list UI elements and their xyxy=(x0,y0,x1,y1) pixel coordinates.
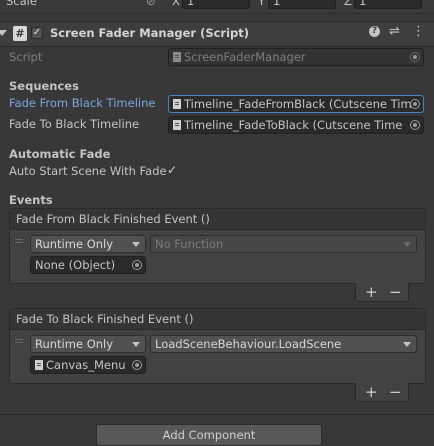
kebab-menu-icon[interactable]: ⋮ xyxy=(412,24,425,39)
script-label: Script xyxy=(9,50,43,64)
chevron-down-icon xyxy=(403,242,411,247)
foldout-arrow-icon[interactable] xyxy=(0,30,7,36)
runtime-value: Runtime Only xyxy=(35,237,114,251)
auto-start-label: Auto Start Scene With Fade xyxy=(9,164,167,178)
target-value: None (Object) xyxy=(35,258,116,272)
fade-to-timeline-field[interactable]: Timeline_FadeToBlack (Cutscene Time xyxy=(168,116,424,134)
automatic-fade-heading: Automatic Fade xyxy=(9,147,111,161)
function-dropdown: No Function xyxy=(150,235,417,253)
gameobject-icon xyxy=(35,360,43,370)
event-title: Fade To Black Finished Event () xyxy=(10,309,425,330)
events-heading: Events xyxy=(9,193,53,207)
presets-icon[interactable]: ⇌ xyxy=(389,24,400,39)
target-value: Canvas_Menu xyxy=(46,358,126,372)
function-dropdown[interactable]: LoadSceneBehaviour.LoadScene xyxy=(150,335,417,353)
add-listener-button[interactable]: + xyxy=(365,283,378,301)
component-header[interactable]: # ✓ Screen Fader Manager (Script) ? ⇌ ⋮ xyxy=(0,21,434,47)
component-title: Screen Fader Manager (Script) xyxy=(50,26,250,40)
chevron-down-icon xyxy=(132,342,140,347)
transform-scale-row: Scale ⊘ X 1 Y 1 Z 1 xyxy=(0,0,434,12)
divider xyxy=(0,414,434,415)
script-value: ScreenFaderManager xyxy=(184,50,306,64)
scale-label: Scale xyxy=(6,0,37,8)
drag-handle-icon[interactable] xyxy=(15,339,23,345)
function-value: No Function xyxy=(155,237,224,251)
object-picker-icon[interactable] xyxy=(410,120,420,130)
object-picker-icon[interactable] xyxy=(132,360,142,370)
target-object-field[interactable]: Canvas_Menu xyxy=(30,356,146,374)
add-listener-button[interactable]: + xyxy=(365,383,378,401)
enabled-checkbox[interactable]: ✓ xyxy=(31,27,43,39)
timeline-asset-icon xyxy=(173,120,181,130)
target-object-field[interactable]: None (Object) xyxy=(30,256,146,274)
fade-to-label: Fade To Black Timeline xyxy=(9,117,140,131)
chevron-down-icon xyxy=(132,242,140,247)
remove-listener-button[interactable]: − xyxy=(389,383,402,401)
drag-handle-icon[interactable] xyxy=(15,239,23,245)
object-picker-icon[interactable] xyxy=(410,99,420,109)
divider xyxy=(0,13,434,14)
fade-from-timeline-field[interactable]: Timeline_FadeFromBlack (Cutscene Tim xyxy=(168,95,424,113)
object-picker-icon xyxy=(410,52,420,62)
link-icon[interactable]: ⊘ xyxy=(146,0,156,8)
fade-from-label: Fade From Black Timeline xyxy=(9,96,156,110)
axis-x-label: X xyxy=(172,0,180,8)
function-value: LoadSceneBehaviour.LoadScene xyxy=(155,337,342,351)
fade-to-event-panel: Fade To Black Finished Event () Runtime … xyxy=(9,308,426,384)
scale-x-field[interactable]: 1 xyxy=(182,0,250,9)
script-asset-icon xyxy=(173,52,181,62)
scale-z-field[interactable]: 1 xyxy=(354,0,422,9)
chevron-down-icon xyxy=(403,342,411,347)
scale-y-field[interactable]: 1 xyxy=(268,0,336,9)
script-icon: # xyxy=(13,26,27,41)
fade-from-value: Timeline_FadeFromBlack (Cutscene Tim xyxy=(184,97,412,111)
timeline-asset-icon xyxy=(173,99,181,109)
event-list-buttons: + − xyxy=(355,283,409,302)
runtime-value: Runtime Only xyxy=(35,337,114,351)
axis-z-label: Z xyxy=(344,0,352,8)
auto-start-checkbox[interactable]: ✓ xyxy=(167,163,177,177)
object-picker-icon[interactable] xyxy=(132,260,142,270)
help-icon[interactable]: ? xyxy=(369,26,380,37)
runtime-dropdown[interactable]: Runtime Only xyxy=(30,335,146,353)
fade-from-event-panel: Fade From Black Finished Event () Runtim… xyxy=(9,208,426,284)
remove-listener-button[interactable]: − xyxy=(389,283,402,301)
script-field: ScreenFaderManager xyxy=(168,48,424,66)
sequences-heading: Sequences xyxy=(9,79,79,93)
add-component-button[interactable]: Add Component xyxy=(96,424,322,446)
runtime-dropdown[interactable]: Runtime Only xyxy=(30,235,146,253)
axis-y-label: Y xyxy=(258,0,266,8)
fade-to-value: Timeline_FadeToBlack (Cutscene Time xyxy=(184,118,403,132)
event-list-buttons: + − xyxy=(355,383,409,402)
event-title: Fade From Black Finished Event () xyxy=(10,209,425,230)
